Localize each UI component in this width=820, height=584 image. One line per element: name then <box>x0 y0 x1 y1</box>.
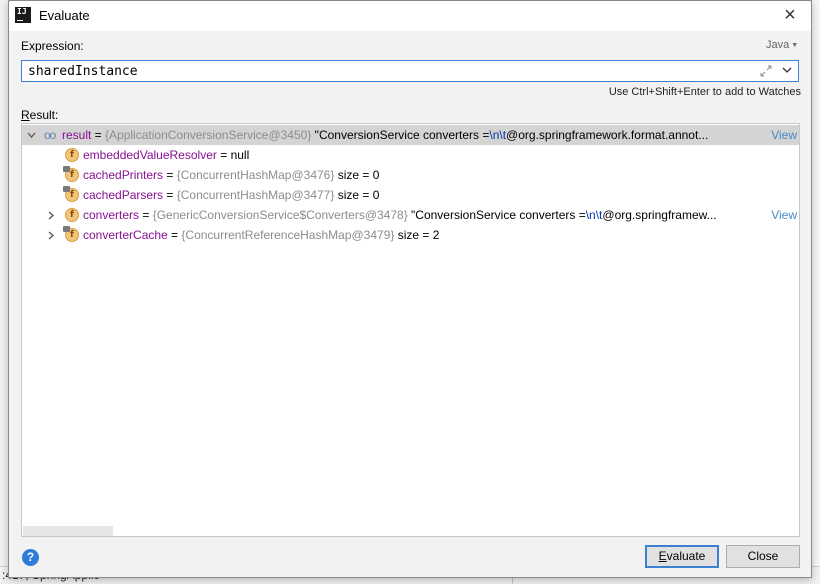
history-dropdown-button[interactable] <box>778 62 798 80</box>
expand-editor-icon[interactable] <box>758 63 774 79</box>
result-label: Result: <box>21 108 59 122</box>
evaluate-button[interactable]: Evaluate <box>645 545 719 568</box>
tree-row-field[interactable]: f embeddedValueResolver = null <box>22 145 799 165</box>
tree-row-result[interactable]: oo result = {ApplicationConversionServic… <box>22 125 799 145</box>
tree-row-field[interactable]: f converters = {GenericConversionService… <box>22 205 799 225</box>
intellij-icon: IJ <box>15 7 31 23</box>
chevron-down-icon <box>782 67 792 73</box>
tree-row-field[interactable]: f cachedParsers = {ConcurrentHashMap@347… <box>22 185 799 205</box>
close-button[interactable]: Close <box>726 545 800 568</box>
title-bar: IJ Evaluate × <box>9 1 811 31</box>
watch-oo-icon: oo <box>44 128 56 142</box>
lock-icon <box>63 166 70 172</box>
final-field-icon: f <box>63 166 79 182</box>
var-name: result <box>62 128 92 142</box>
tree-row-field[interactable]: f cachedPrinters = {ConcurrentHashMap@34… <box>22 165 799 185</box>
horizontal-scrollbar[interactable] <box>23 526 113 536</box>
watches-hint: Use Ctrl+Shift+Enter to add to Watches <box>608 86 801 98</box>
final-field-icon: f <box>63 226 79 242</box>
chevron-down-icon[interactable] <box>25 125 37 145</box>
evaluate-dialog: IJ Evaluate × Expression: Java▼ Use Ctrl… <box>8 0 812 578</box>
view-link[interactable]: View <box>767 205 797 225</box>
final-field-icon: f <box>63 186 79 202</box>
result-tree[interactable]: oo result = {ApplicationConversionServic… <box>21 123 800 537</box>
view-link[interactable]: View <box>767 125 797 145</box>
language-select[interactable]: Java ▼ <box>766 39 798 51</box>
lock-icon <box>63 186 70 192</box>
close-icon[interactable]: × <box>779 5 801 27</box>
field-icon: f <box>65 208 79 222</box>
chevron-right-icon[interactable] <box>45 205 57 225</box>
expression-field[interactable] <box>21 60 799 82</box>
chevron-right-icon[interactable] <box>45 225 57 245</box>
lock-icon <box>63 226 70 232</box>
dialog-title: Evaluate <box>39 8 90 23</box>
field-icon: f <box>65 148 79 162</box>
help-icon[interactable]: ? <box>22 549 39 566</box>
expression-label: Expression: <box>21 39 84 53</box>
chevron-down-icon: ▼ <box>791 42 799 49</box>
var-reference: {ApplicationConversionService@3450} <box>105 128 312 142</box>
tree-row-field[interactable]: f converterCache = {ConcurrentReferenceH… <box>22 225 799 245</box>
expression-input[interactable] <box>28 63 728 79</box>
